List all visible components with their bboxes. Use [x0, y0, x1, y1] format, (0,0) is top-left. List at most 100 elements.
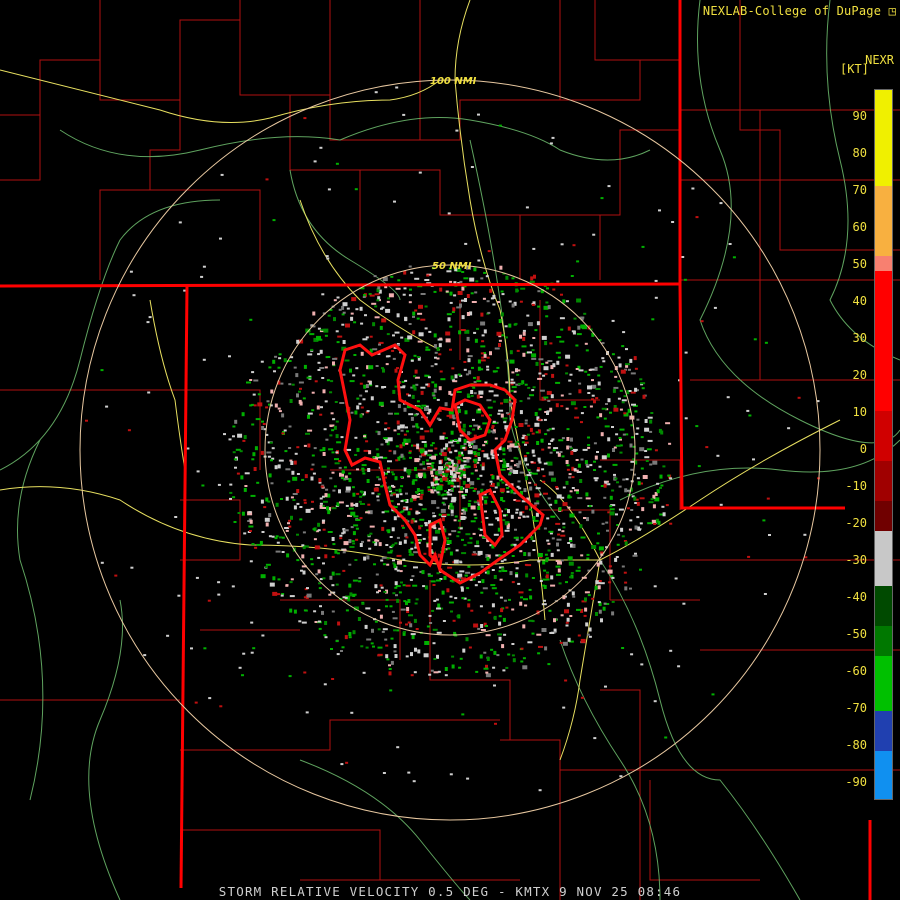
echo-pixel	[547, 663, 551, 666]
echo-pixel	[146, 321, 150, 324]
echo-pixel	[505, 666, 509, 669]
echo-pixel	[405, 584, 411, 587]
echo-pixel	[392, 562, 396, 565]
echo-pixel	[537, 560, 541, 563]
echo-pixel	[578, 369, 584, 372]
echo-pixel	[570, 450, 574, 455]
echo-pixel	[611, 319, 615, 322]
echo-pixel	[565, 480, 569, 485]
echo-pixel	[447, 447, 451, 452]
echo-pixel	[461, 494, 465, 497]
echo-pixel	[305, 545, 309, 548]
echo-pixel	[342, 551, 346, 554]
echo-pixel	[623, 395, 627, 398]
echo-pixel	[618, 363, 622, 368]
echo-pixel	[626, 507, 630, 510]
echo-pixel	[342, 373, 346, 376]
echo-pixel	[617, 356, 621, 359]
echo-pixel	[416, 445, 420, 450]
echo-pixel	[384, 428, 388, 431]
echo-pixel	[439, 452, 442, 455]
echo-pixel	[252, 647, 256, 650]
echo-pixel	[543, 527, 547, 530]
echo-pixel	[576, 260, 580, 263]
county-border-line	[180, 829, 381, 880]
echo-pixel	[382, 563, 386, 566]
echo-pixel	[441, 590, 445, 595]
echo-pixel	[508, 472, 512, 475]
echo-pixel	[322, 528, 326, 531]
echo-pixel	[299, 401, 303, 406]
echo-pixel	[389, 605, 393, 608]
echo-pixel	[464, 410, 468, 415]
echo-pixel	[296, 489, 300, 493]
echo-pixel	[416, 356, 420, 358]
echo-pixel	[379, 584, 383, 587]
echo-pixel	[636, 477, 640, 480]
echo-pixel	[398, 541, 402, 544]
echo-pixel	[365, 440, 369, 443]
echo-pixel	[483, 453, 489, 458]
echo-pixel	[537, 305, 541, 308]
echo-pixel	[414, 467, 417, 471]
echo-pixel	[232, 435, 235, 438]
echo-pixel	[264, 566, 268, 569]
echo-pixel	[458, 454, 462, 457]
echo-pixel	[746, 409, 750, 412]
echo-pixel	[509, 350, 513, 355]
echo-pixel	[400, 453, 404, 458]
echo-pixel	[452, 307, 456, 312]
echo-pixel	[711, 693, 715, 696]
echo-pixel	[244, 485, 248, 487]
echo-pixel	[603, 470, 607, 473]
echo-pixel	[644, 419, 648, 423]
echo-pixel	[438, 343, 442, 348]
state-border-line	[678, 0, 845, 510]
echo-pixel	[364, 624, 368, 629]
colorbar-tick-label: -10	[845, 479, 867, 493]
colorbar-tick-label: 50	[852, 257, 867, 271]
echo-pixel	[595, 388, 601, 390]
echo-pixel	[200, 275, 204, 278]
echo-pixel	[269, 582, 275, 587]
echo-pixel	[352, 579, 358, 582]
echo-pixel	[412, 780, 416, 783]
echo-pixel	[334, 401, 338, 403]
echo-pixel	[335, 162, 339, 165]
echo-pixel	[503, 460, 507, 465]
echo-pixel	[507, 653, 511, 656]
echo-pixel	[652, 460, 658, 465]
echo-pixel	[249, 318, 253, 321]
echo-pixel	[594, 479, 598, 482]
echo-pixel	[356, 405, 360, 410]
echo-pixel	[509, 571, 513, 576]
echo-pixel	[317, 369, 321, 371]
echo-pixel	[482, 587, 488, 590]
echo-pixel	[114, 574, 118, 577]
echo-pixel	[513, 470, 519, 474]
echo-pixel	[420, 427, 424, 430]
echo-pixel	[327, 356, 331, 358]
echo-pixel	[477, 457, 481, 461]
echo-pixel	[567, 556, 573, 561]
echo-pixel	[522, 624, 526, 629]
echo-pixel	[566, 468, 570, 471]
echo-pixel	[511, 371, 515, 374]
echo-pixel	[463, 368, 467, 371]
echo-pixel	[362, 671, 366, 674]
echo-pixel	[396, 536, 400, 539]
echo-pixel	[358, 402, 362, 405]
echo-pixel	[100, 369, 104, 372]
echo-pixel	[274, 355, 278, 358]
echo-pixel	[430, 489, 434, 494]
echo-pixel	[343, 541, 349, 546]
echo-pixel	[494, 437, 498, 440]
echo-pixel	[426, 454, 432, 457]
echo-pixel	[354, 559, 358, 561]
echo-pixel	[574, 407, 578, 410]
echo-pixel	[535, 361, 539, 366]
echo-pixel	[419, 495, 423, 500]
echo-pixel	[202, 265, 206, 268]
echo-pixel	[472, 551, 476, 554]
echo-pixel	[472, 386, 476, 389]
